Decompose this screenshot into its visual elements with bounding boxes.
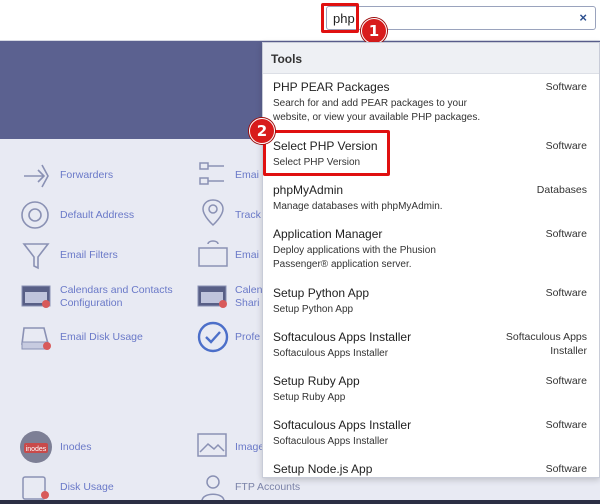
email-filters-link[interactable]: Email Filters: [60, 249, 118, 262]
forwarders-icon: [24, 164, 49, 188]
forwarders-link[interactable]: Forwarders: [60, 169, 113, 182]
location-pin-icon: [202, 199, 224, 227]
disk-usage-link[interactable]: Disk Usage: [60, 481, 114, 494]
result-category: Software: [545, 140, 587, 152]
result-description: Setup Ruby App: [273, 392, 346, 403]
result-title[interactable]: Setup Node.js App: [273, 462, 372, 476]
result-item[interactable]: PHP PEAR Packages Search for and add PEA…: [263, 80, 599, 128]
result-item[interactable]: Setup Node.js App Software: [263, 462, 599, 477]
email-routing-link[interactable]: Emai: [235, 169, 259, 182]
calendars-contacts-link[interactable]: Calendars and Contacts Configuration: [60, 284, 190, 310]
ftp-accounts-link[interactable]: FTP Accounts: [235, 481, 300, 494]
result-title[interactable]: phpMyAdmin: [273, 183, 343, 197]
result-item[interactable]: Softaculous Apps Installer Softaculous A…: [263, 418, 599, 452]
professional-spam-link[interactable]: Profe: [235, 331, 260, 344]
email-disk-usage-icon: [21, 327, 51, 350]
result-description: Manage databases with phpMyAdmin.: [273, 201, 443, 212]
results-group-header: Tools: [263, 43, 599, 74]
result-category: Softaculous Apps Installer: [505, 331, 587, 357]
inodes-link[interactable]: Inodes: [60, 441, 92, 454]
track-delivery-link[interactable]: Track: [235, 209, 261, 222]
result-item[interactable]: Setup Ruby App Setup Ruby App Software: [263, 374, 599, 408]
result-title[interactable]: Setup Ruby App: [273, 374, 360, 388]
select-php-version-highlight-box: [263, 130, 390, 176]
check-circle-icon: [197, 321, 229, 353]
result-description: Softaculous Apps Installer: [273, 348, 389, 359]
calendar-label[interactable]: Calen: [235, 284, 262, 297]
result-description: Softaculous Apps Installer: [273, 436, 389, 447]
calendar-sharing-icon: [197, 285, 227, 308]
step-1-badge: 1: [361, 18, 387, 44]
result-category: Software: [545, 463, 587, 475]
sharing-label[interactable]: Shari: [235, 297, 260, 310]
result-category: Software: [545, 81, 587, 93]
filter-icon: [22, 243, 50, 270]
images-link[interactable]: Image: [235, 441, 264, 454]
result-title[interactable]: PHP PEAR Packages: [273, 80, 390, 94]
result-item[interactable]: phpMyAdmin Manage databases with phpMyAd…: [263, 183, 599, 217]
routing-icon: [199, 162, 224, 185]
result-item[interactable]: Softaculous Apps Installer Softaculous A…: [263, 330, 599, 364]
results-group-title: Tools: [271, 52, 303, 66]
result-title[interactable]: Softaculous Apps Installer: [273, 330, 411, 344]
email-deliverability-link[interactable]: Emai: [235, 249, 259, 262]
result-category: Software: [545, 419, 587, 431]
result-item[interactable]: Application Manager Deploy applications …: [263, 227, 599, 275]
result-title[interactable]: Application Manager: [273, 227, 382, 241]
bottom-strip: [0, 500, 600, 504]
inodes-icon-text: inodes: [26, 446, 47, 453]
calendar-icon: [21, 285, 51, 308]
default-address-link[interactable]: Default Address: [60, 209, 134, 222]
search-highlight-box: [321, 3, 359, 33]
email-deliverability-icon: [198, 240, 228, 267]
images-icon: [197, 433, 227, 457]
result-item[interactable]: Setup Python App Setup Python App Softwa…: [263, 286, 599, 320]
result-description: Search for and add PEAR packages to your…: [273, 98, 481, 123]
result-title[interactable]: Setup Python App: [273, 286, 369, 300]
result-description: Setup Python App: [273, 304, 354, 315]
search-results-panel: Tools PHP PEAR Packages Search for and a…: [262, 42, 600, 478]
result-category: Software: [545, 228, 587, 240]
step-2-badge: 2: [249, 118, 275, 144]
disk-usage-icon: [22, 476, 49, 500]
ftp-accounts-icon: [201, 475, 225, 502]
email-disk-usage-link[interactable]: Email Disk Usage: [60, 331, 143, 344]
at-sign-icon: [21, 201, 49, 229]
result-category: Databases: [536, 184, 587, 196]
result-category: Software: [545, 287, 587, 299]
inodes-icon: inodes: [20, 431, 52, 463]
result-category: Software: [545, 375, 587, 387]
clear-search-icon[interactable]: ×: [579, 10, 587, 25]
result-title[interactable]: Softaculous Apps Installer: [273, 418, 411, 432]
result-description: Deploy applications with the Phusion Pas…: [273, 245, 436, 270]
